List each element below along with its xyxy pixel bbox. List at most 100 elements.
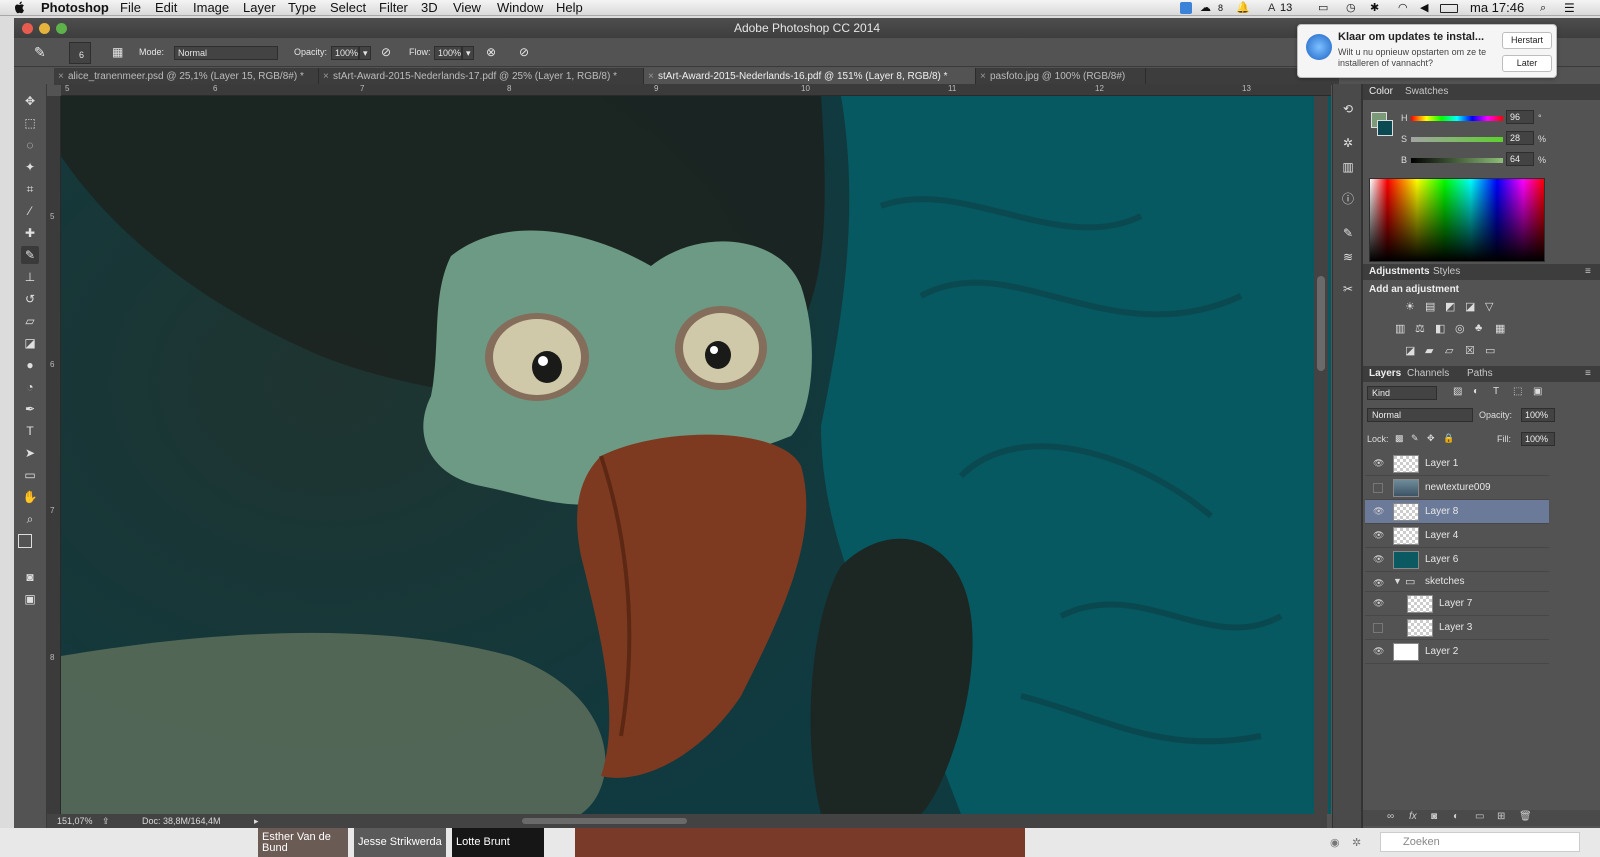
move-tool-icon[interactable]: ✥	[21, 92, 39, 110]
later-button[interactable]: Later	[1502, 55, 1552, 72]
brightness-value[interactable]: 64	[1506, 152, 1534, 166]
clone-stamp-tool-icon[interactable]: ⊥	[21, 268, 39, 286]
new-layer-icon[interactable]: ⊞	[1497, 811, 1505, 822]
cloud-icon[interactable]: ☁	[1200, 0, 1211, 16]
visibility-toggle-off[interactable]	[1373, 483, 1383, 493]
tab-document[interactable]: × stArt-Award-2015-Nederlands-17.pdf @ 25…	[319, 68, 644, 85]
panel-menu-icon[interactable]: ≡	[1585, 264, 1591, 280]
menu-layer[interactable]: Layer	[243, 0, 276, 16]
invert-icon[interactable]: ◪	[1405, 344, 1415, 357]
type-tool-icon[interactable]: T	[21, 422, 39, 440]
link-layers-icon[interactable]: ∞	[1387, 811, 1394, 822]
close-tab-icon[interactable]: ×	[58, 68, 64, 85]
visibility-eye-icon[interactable]: 👁	[1373, 599, 1385, 608]
restart-button[interactable]: Herstart	[1502, 32, 1552, 49]
color-lookup-icon[interactable]: ▦	[1495, 322, 1505, 335]
layer-row[interactable]: 👁 Layer 1	[1365, 452, 1549, 476]
background-search-input[interactable]: Zoeken	[1380, 832, 1580, 852]
mode-select[interactable]: Normal	[174, 46, 278, 60]
quick-mask-icon[interactable]: ◙	[21, 568, 39, 586]
opacity-field[interactable]: 100%	[331, 46, 359, 60]
time-machine-icon[interactable]: ◷	[1346, 0, 1356, 16]
posterize-icon[interactable]: ▰	[1425, 344, 1433, 357]
tab-styles[interactable]: Styles	[1433, 264, 1460, 280]
dropbox-icon[interactable]	[1180, 2, 1192, 14]
adjustment-layer-icon[interactable]: ◐	[1453, 811, 1459, 822]
zoom-tool-icon[interactable]: ⌕	[21, 510, 39, 528]
layer-row[interactable]: 👁 Layer 6	[1365, 548, 1549, 572]
lock-image-icon[interactable]: ✎	[1411, 433, 1419, 444]
settings-icon[interactable]: ✲	[1339, 134, 1357, 152]
color-balance-icon[interactable]: ⚖	[1415, 322, 1425, 335]
blend-mode-select[interactable]: Normal	[1367, 408, 1473, 422]
history-brush-tool-icon[interactable]: ↺	[21, 290, 39, 308]
lock-all-icon[interactable]: 🔒	[1443, 433, 1454, 444]
exposure-icon[interactable]: ◪	[1465, 300, 1475, 313]
share-icon[interactable]: ⇪	[102, 814, 110, 828]
healing-brush-tool-icon[interactable]: ✚	[21, 224, 39, 242]
zoom-level[interactable]: 151,07%	[57, 814, 93, 828]
vibrance-icon[interactable]: ▽	[1485, 300, 1493, 313]
selective-color-icon[interactable]: ☒	[1465, 344, 1475, 357]
curves-icon[interactable]: ◩	[1445, 300, 1455, 313]
tab-paths[interactable]: Paths	[1467, 366, 1493, 382]
history-icon[interactable]: ⟲	[1339, 100, 1357, 118]
color-spectrum-ramp[interactable]	[1369, 178, 1545, 262]
filter-adjustment-icon[interactable]: ◐	[1473, 386, 1479, 397]
layer-style-icon[interactable]: fx	[1409, 811, 1417, 822]
layer-row[interactable]: 👁 Layer 2	[1365, 640, 1549, 664]
airbrush-icon[interactable]: ⊗	[486, 38, 496, 67]
brush-presets-icon[interactable]: ✎	[1339, 224, 1357, 242]
background-card[interactable]: Lotte Brunt	[452, 828, 544, 857]
pressure-opacity-icon[interactable]: ⊘	[381, 38, 391, 67]
levels-icon[interactable]: ▤	[1425, 300, 1435, 313]
eraser-tool-icon[interactable]: ▱	[21, 312, 39, 330]
close-tab-icon[interactable]: ×	[648, 68, 654, 85]
fill-field[interactable]: 100%	[1521, 432, 1555, 446]
document-canvas[interactable]	[61, 96, 1331, 814]
flow-dropdown[interactable]: ▾	[462, 46, 474, 60]
hue-slider[interactable]	[1411, 116, 1503, 121]
pressure-size-icon[interactable]: ⊘	[519, 38, 529, 67]
camera-icon[interactable]: ◉	[1330, 836, 1340, 849]
app-menu[interactable]: Photoshop	[41, 0, 109, 16]
clock[interactable]: ma 17:46	[1470, 0, 1524, 16]
apple-icon[interactable]	[14, 1, 25, 14]
close-tab-icon[interactable]: ×	[323, 68, 329, 85]
volume-icon[interactable]: ◀	[1420, 0, 1428, 16]
hue-saturation-icon[interactable]: ▥	[1395, 322, 1405, 335]
brush-tool-icon[interactable]: ✎	[21, 246, 39, 264]
font-icon[interactable]: A	[1268, 0, 1275, 16]
settings-gear-icon[interactable]: ✲	[1352, 836, 1361, 849]
histogram-icon[interactable]: ▥	[1339, 158, 1357, 176]
visibility-toggle-off[interactable]	[1373, 623, 1383, 633]
close-button[interactable]	[22, 23, 33, 34]
tab-layers[interactable]: Layers	[1369, 366, 1401, 382]
layer-row[interactable]: newtexture009	[1365, 476, 1549, 500]
layer-group-row[interactable]: 👁 ▼ ▭ sketches	[1365, 572, 1549, 592]
group-expand-arrow-icon[interactable]: ▼	[1393, 576, 1402, 586]
status-menu-arrow-icon[interactable]: ▸	[254, 814, 259, 828]
canvas-vertical-scrollbar[interactable]	[1314, 96, 1328, 814]
crop-tool-icon[interactable]: ⌗	[21, 180, 39, 198]
marquee-tool-icon[interactable]: ⬚	[21, 114, 39, 132]
quick-selection-tool-icon[interactable]: ✦	[21, 158, 39, 176]
opacity-dropdown[interactable]: ▾	[359, 46, 371, 60]
screen-mode-icon[interactable]: ▣	[21, 590, 39, 608]
filter-type-icon[interactable]: T	[1493, 386, 1499, 397]
channel-mixer-icon[interactable]: ♣	[1475, 322, 1482, 334]
panel-menu-icon[interactable]: ≡	[1585, 366, 1591, 382]
lasso-tool-icon[interactable]: ◌	[21, 136, 39, 154]
layer-row[interactable]: 👁 Layer 7	[1365, 592, 1549, 616]
filter-kind-select[interactable]: Kind	[1367, 386, 1437, 400]
rectangle-tool-icon[interactable]: ▭	[21, 466, 39, 484]
blur-tool-icon[interactable]: ●	[21, 356, 39, 374]
menu-help[interactable]: Help	[556, 0, 583, 16]
paint-bucket-tool-icon[interactable]: ◪	[21, 334, 39, 352]
visibility-eye-icon[interactable]: 👁	[1373, 531, 1385, 540]
tool-presets-icon[interactable]: ✂	[1339, 280, 1357, 298]
menu-edit[interactable]: Edit	[155, 0, 177, 16]
layer-row[interactable]: 👁 Layer 4	[1365, 524, 1549, 548]
visibility-eye-icon[interactable]: 👁	[1373, 579, 1385, 588]
horizontal-scrollbar-thumb[interactable]	[522, 818, 687, 824]
